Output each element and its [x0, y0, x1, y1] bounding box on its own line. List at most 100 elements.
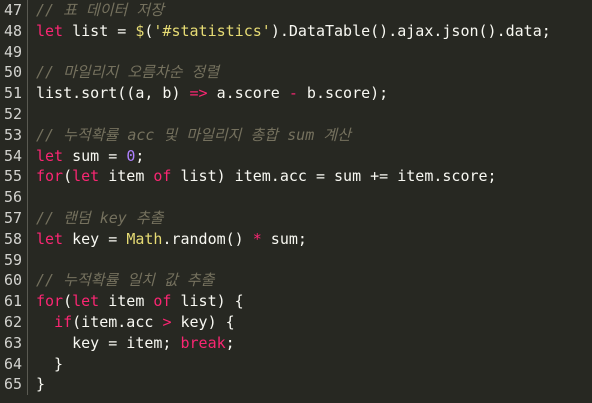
code-line[interactable]: 64 }	[0, 353, 592, 375]
token-plain: (	[63, 167, 73, 186]
code-line[interactable]: 49	[0, 41, 592, 63]
token-keyword: if	[54, 312, 73, 331]
code-text[interactable]: // 마일리지 오름차순 정렬	[28, 62, 592, 83]
code-text[interactable]: for(let item of list) {	[28, 291, 592, 312]
code-text[interactable]	[28, 104, 592, 125]
code-text[interactable]: let list = $('#statistics').DataTable().…	[28, 21, 592, 42]
token-plain: list) item.acc = sum += item.score;	[171, 167, 497, 186]
token-plain: .random()	[162, 229, 253, 248]
token-keyword: -	[288, 84, 298, 103]
token-comment: // 랜덤 key 추출	[36, 208, 164, 227]
code-text[interactable]: }	[28, 374, 592, 395]
token-keyword: let	[36, 146, 64, 165]
token-plain: ;	[225, 333, 235, 352]
line-number: 54	[0, 145, 28, 167]
code-text[interactable]: let key = Math.random() * sum;	[28, 229, 592, 250]
code-line[interactable]: 65}	[0, 374, 592, 396]
line-number: 61	[0, 291, 28, 312]
code-text[interactable]: if(item.acc > key) {	[28, 312, 592, 333]
code-line[interactable]: 53 // 누적확률 acc 및 마일리지 총합 sum 계산	[0, 124, 592, 146]
code-text[interactable]: let sum = 0;	[28, 146, 592, 167]
code-line[interactable]: 47 // 표 데이터 저장	[0, 0, 592, 21]
token-plain: a.score	[207, 84, 289, 103]
token-keyword: *	[252, 229, 262, 248]
code-line[interactable]: 63 key = item; break;	[0, 332, 592, 354]
line-number: 48	[0, 20, 28, 42]
line-number: 59	[0, 249, 28, 271]
line-number: 63	[0, 332, 28, 354]
token-plain: }	[36, 375, 46, 394]
token-plain: (item.acc	[72, 312, 163, 331]
token-plain: sum =	[63, 146, 127, 165]
token-plain: ).DataTable().ajax.json().data;	[270, 21, 551, 40]
code-text[interactable]: // 표 데이터 저장	[28, 0, 592, 21]
token-keyword: let	[72, 167, 100, 186]
line-number: 52	[0, 103, 28, 125]
line-number: 58	[0, 228, 28, 250]
code-line[interactable]: 55 for(let item of list) item.acc = sum +…	[0, 166, 592, 188]
code-text[interactable]: // 랜덤 key 추출	[28, 208, 592, 229]
code-line[interactable]: 54 let sum = 0;	[0, 145, 592, 167]
line-number: 47	[0, 0, 28, 21]
code-text[interactable]: // 누적확률 일치 값 추출	[28, 270, 592, 291]
token-keyword: for	[36, 292, 64, 311]
token-plain: b.score);	[297, 84, 389, 103]
code-text[interactable]: for(let item of list) item.acc = sum += …	[28, 166, 592, 187]
line-number: 56	[0, 187, 28, 208]
token-number: 0	[126, 146, 136, 165]
token-comment: // 누적확률 acc 및 마일리지 총합 sum 계산	[36, 125, 351, 144]
token-plain: sum;	[261, 229, 307, 248]
code-line[interactable]: 60 // 누적확률 일치 값 추출	[0, 270, 592, 292]
line-number: 64	[0, 353, 28, 375]
token-func: Math	[126, 229, 163, 248]
line-number: 53	[0, 124, 28, 146]
code-line[interactable]: 58 let key = Math.random() * sum;	[0, 228, 592, 250]
code-text[interactable]: key = item; break;	[28, 333, 592, 354]
token-plain: key =	[63, 229, 127, 248]
code-line[interactable]: 52	[0, 103, 592, 125]
token-keyword: let	[36, 229, 64, 248]
code-line[interactable]: 50 // 마일리지 오름차순 정렬	[0, 62, 592, 84]
line-number: 57	[0, 207, 28, 229]
code-line[interactable]: 62 if(item.acc > key) {	[0, 311, 592, 333]
token-plain: (	[63, 292, 73, 311]
code-line[interactable]: 59	[0, 249, 592, 271]
line-number: 65	[0, 374, 28, 396]
token-comment: // 표 데이터 저장	[36, 1, 164, 19]
token-plain: list =	[63, 21, 136, 40]
code-text[interactable]: // 누적확률 acc 및 마일리지 총합 sum 계산	[28, 125, 592, 146]
code-line[interactable]: 51 list.sort((a, b) => a.score - b.score)…	[0, 83, 592, 104]
token-keyword: of	[153, 292, 172, 311]
token-string: '#statistics'	[153, 21, 271, 40]
token-keyword: of	[153, 167, 172, 186]
line-number: 49	[0, 41, 28, 63]
code-text[interactable]	[28, 250, 592, 271]
code-line[interactable]: 57 // 랜덤 key 추출	[0, 207, 592, 229]
token-keyword: let	[36, 21, 64, 40]
token-plain: list) {	[171, 292, 244, 311]
token-keyword: for	[36, 167, 64, 186]
token-keyword: =>	[189, 84, 208, 103]
line-number: 50	[0, 62, 28, 84]
code-text[interactable]	[28, 42, 592, 63]
token-plain: key = item;	[36, 333, 181, 352]
code-text[interactable]: }	[28, 354, 592, 375]
token-comment: // 마일리지 오름차순 정렬	[36, 63, 220, 82]
token-plain: item	[99, 292, 154, 311]
line-number: 60	[0, 270, 28, 292]
token-keyword: let	[72, 292, 100, 311]
code-line[interactable]: 61 for(let item of list) {	[0, 291, 592, 312]
line-number: 51	[0, 83, 28, 104]
code-line[interactable]: 56	[0, 187, 592, 208]
token-plain: item	[99, 167, 154, 186]
line-number: 55	[0, 166, 28, 188]
token-plain: ;	[135, 146, 145, 165]
token-plain: list.sort((a, b)	[36, 84, 190, 103]
code-text[interactable]	[28, 187, 592, 208]
token-keyword: break	[180, 333, 226, 352]
code-editor[interactable]: 47// 표 데이터 저장 48 let list = $('#statistics…	[0, 0, 592, 403]
code-line[interactable]: 48 let list = $('#statistics').DataTable(…	[0, 20, 592, 42]
line-number: 62	[0, 311, 28, 333]
code-text[interactable]: list.sort((a, b) => a.score - b.score);	[28, 83, 592, 104]
